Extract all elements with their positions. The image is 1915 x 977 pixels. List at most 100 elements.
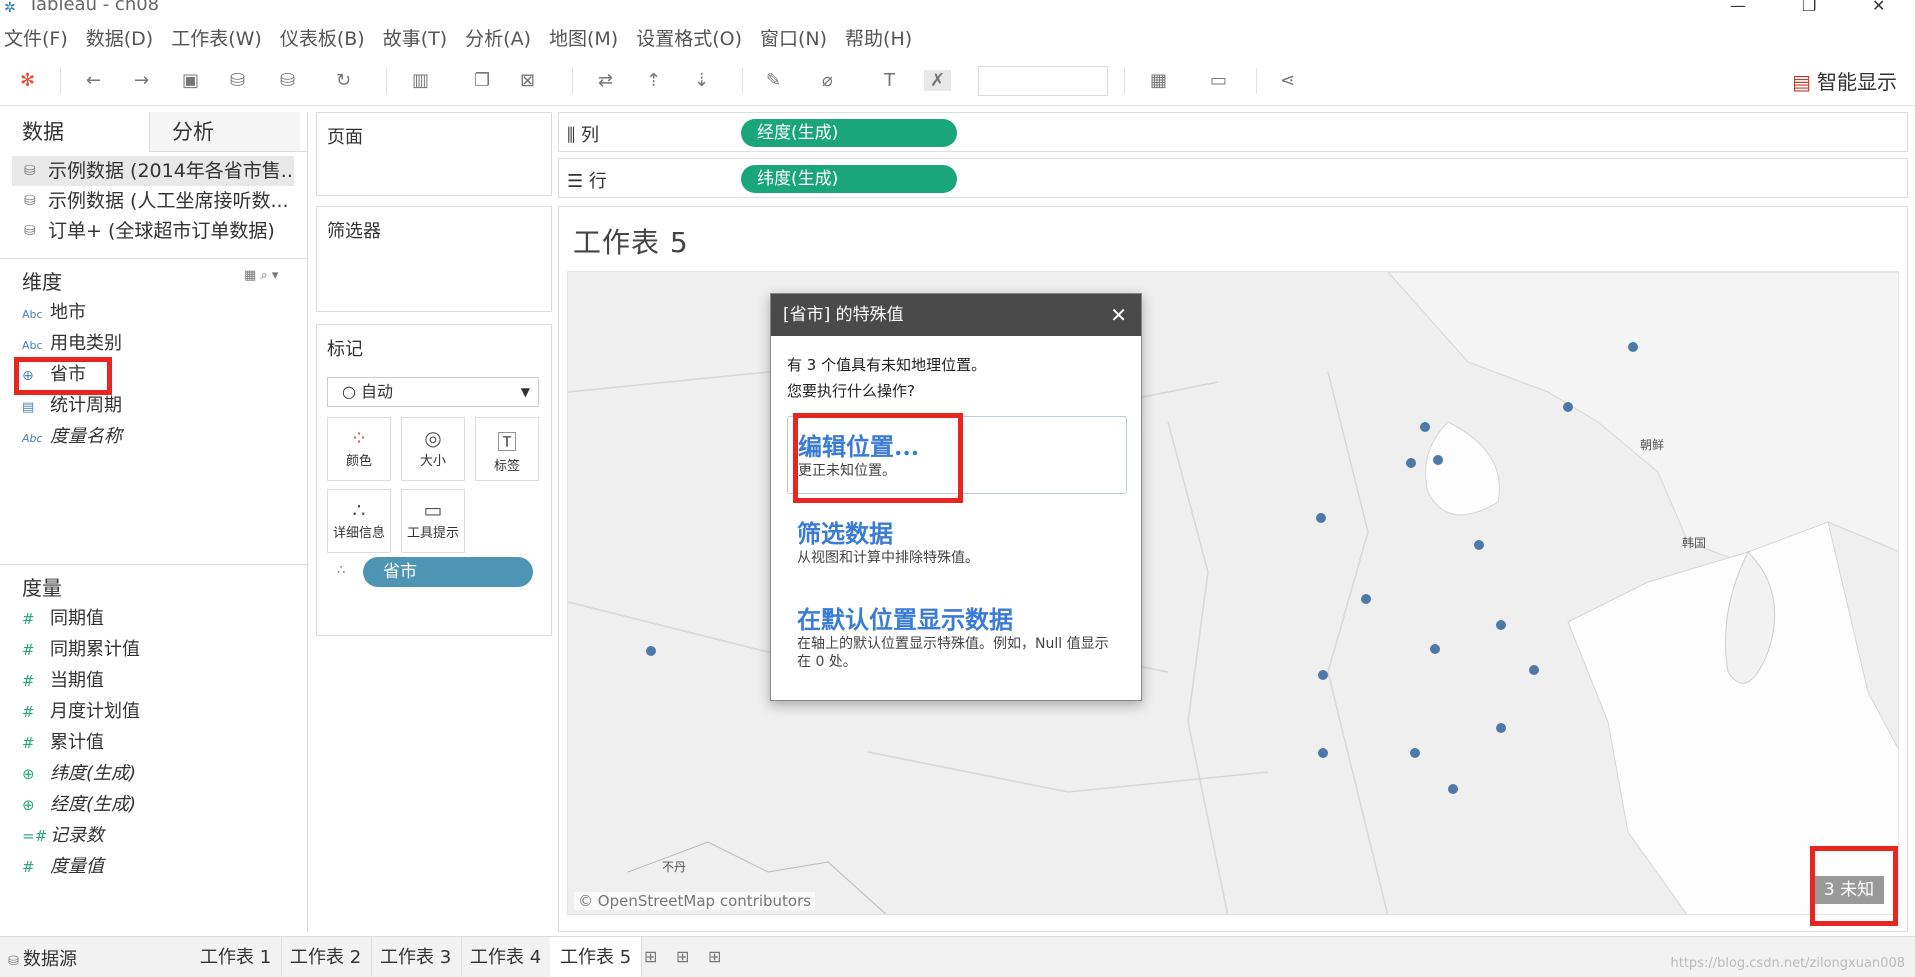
search-icon[interactable]: ▦ ⌕ ▾: [244, 268, 278, 283]
show-default-location-option[interactable]: 在默认位置显示数据 在轴上的默认位置显示特殊值。例如，Null 值显示在 0 处…: [787, 590, 1127, 681]
new-worksheet-icon[interactable]: ▥: [412, 70, 429, 91]
label-icon: 🅃: [497, 430, 517, 454]
dimension-field[interactable]: Abc 地市: [22, 298, 86, 328]
measure-field[interactable]: # 度量值: [22, 852, 104, 882]
menu-help[interactable]: 帮助(H): [845, 24, 912, 51]
menu-format[interactable]: 设置格式(O): [636, 24, 742, 51]
watermark: https://blog.csdn.net/zilongxuan008: [1670, 956, 1905, 971]
menu-dashboard[interactable]: 仪表板(B): [280, 24, 365, 51]
mark-type-dropdown[interactable]: ○ 自动 ▼: [327, 377, 539, 407]
label-button[interactable]: 🅃 标签: [475, 417, 539, 481]
new-dashboard-icon[interactable]: ⊞: [676, 947, 689, 966]
sheet-tab[interactable]: 工作表 3: [370, 937, 463, 977]
marks-card: 标记 ○ 自动 ▼ ⁘ 颜色 ◎ 大小 🅃 标签 ∴ 详细信息 ▭ 工具提示 ∴ 省市: [316, 324, 552, 636]
menu-analysis[interactable]: 分析(A): [465, 24, 531, 51]
swap-icon[interactable]: ⇄: [598, 70, 613, 91]
show-labels-icon[interactable]: T: [884, 70, 895, 91]
minimize-button[interactable]: —: [1730, 0, 1746, 15]
datasource-icon: ⛁: [24, 163, 36, 179]
clear-sheet-icon[interactable]: ⊠: [520, 70, 535, 91]
measure-field[interactable]: ⊕ 经度(生成): [22, 790, 136, 820]
measure-field[interactable]: # 月度计划值: [22, 697, 140, 727]
window-title: Tableau - ch08: [28, 0, 160, 15]
rows-shelf: ☰ 行 纬度(生成): [558, 158, 1908, 198]
refresh-icon[interactable]: ↻: [336, 70, 351, 91]
highlight-icon[interactable]: ✎: [766, 70, 781, 91]
tab-data[interactable]: 数据: [0, 112, 150, 152]
show-cards-icon[interactable]: ▦: [1150, 70, 1167, 91]
cards-pane: 页面 筛选器 标记 ○ 自动 ▼ ⁘ 颜色 ◎ 大小 🅃 标签 ∴ 详细信息 ▭ 工具提示 …: [316, 112, 552, 932]
sheet-tab[interactable]: 工作表 4: [460, 937, 553, 977]
menu-data[interactable]: 数据(D): [86, 24, 153, 51]
menu-window[interactable]: 窗口(N): [760, 24, 827, 51]
sheet-tab[interactable]: 工作表 1: [190, 937, 283, 977]
menu-map[interactable]: 地图(M): [549, 24, 618, 51]
new-datasource-icon[interactable]: ⛁: [230, 70, 245, 91]
datasource-item[interactable]: ⛁ 示例数据 (人工坐席接听数...: [12, 186, 294, 216]
detail-icon: ∴: [337, 563, 346, 578]
sheet-tab-active[interactable]: 工作表 5: [550, 937, 643, 977]
osm-attribution[interactable]: © OpenStreetMap contributors: [574, 892, 816, 910]
dimension-field[interactable]: Abc 用电类别: [22, 329, 122, 359]
fix-axes-icon[interactable]: ✗: [924, 70, 952, 91]
pause-updates-icon[interactable]: ⛁: [280, 70, 295, 91]
rows-icon: ☰: [567, 171, 589, 192]
new-worksheet-icon[interactable]: ⊞: [644, 947, 657, 966]
color-button[interactable]: ⁘ 颜色: [327, 417, 391, 481]
tableau-start-icon[interactable]: ✻: [20, 70, 35, 91]
latitude-pill[interactable]: 纬度(生成): [741, 165, 957, 193]
menu-file[interactable]: 文件(F): [4, 24, 68, 51]
menu-bar: 文件(F) 数据(D) 工作表(W) 仪表板(B) 故事(T) 分析(A) 地图…: [0, 20, 1915, 54]
sort-desc-icon[interactable]: ⇣: [694, 70, 709, 91]
map-view[interactable]: 朝鲜 韩国 不丹 © OpenStreetMap contributors 3 …: [567, 271, 1899, 915]
share-icon[interactable]: ⋖: [1280, 70, 1295, 91]
measure-field[interactable]: ⊕ 纬度(生成): [22, 759, 136, 789]
columns-icon: ⫼: [567, 125, 582, 146]
toolbar: ✻ ← → ▣ ⛁ ⛁ ↻ ▥ ❐ ⊠ ⇄ ⇡ ⇣ ✎ ⌀ T ✗ ▦ ▭ ⋖ …: [0, 56, 1915, 106]
mark-pill-province[interactable]: 省市: [363, 557, 533, 587]
measure-field[interactable]: # 累计值: [22, 728, 104, 758]
sort-asc-icon[interactable]: ⇡: [646, 70, 661, 91]
tableau-logo-icon: ✲: [4, 0, 16, 16]
datasource-icon: ⛁: [24, 193, 36, 209]
filter-data-option[interactable]: 筛选数据 从视图和计算中排除特殊值。: [787, 504, 1127, 577]
sheet-tab-bar: ⛁ 数据源 工作表 1 工作表 2 工作表 3 工作表 4 工作表 5 ⊞ ⊞ …: [0, 936, 1915, 977]
dialog-header: [省市] 的特殊值 ✕: [771, 294, 1141, 336]
dimension-field[interactable]: Abc 度量名称: [22, 422, 122, 452]
undo-icon[interactable]: ←: [86, 70, 101, 91]
datasource-item[interactable]: ⛁ 订单+ (全球超市订单数据): [12, 216, 294, 246]
menu-worksheet[interactable]: 工作表(W): [171, 24, 262, 51]
pages-card[interactable]: 页面: [316, 112, 552, 196]
duplicate-sheet-icon[interactable]: ❐: [474, 70, 490, 91]
size-icon: ◎: [424, 426, 442, 450]
measure-field[interactable]: # 同期值: [22, 604, 104, 634]
worksheet-canvas: 工作表 5 朝鲜 韩国 不丹 © OpenStreetMap contribut…: [558, 206, 1908, 932]
group-icon[interactable]: ⌀: [822, 70, 833, 91]
highlight-box: [1810, 846, 1898, 926]
presentation-icon[interactable]: ▭: [1210, 70, 1227, 91]
save-icon[interactable]: ▣: [182, 70, 199, 91]
smart-display-icon: ▤: [1792, 70, 1811, 94]
close-window-button[interactable]: ✕: [1872, 0, 1885, 15]
fit-dropdown[interactable]: [978, 66, 1108, 96]
measure-field[interactable]: =# 记录数: [22, 821, 104, 851]
size-button[interactable]: ◎ 大小: [401, 417, 465, 481]
sheet-tab[interactable]: 工作表 2: [280, 937, 373, 977]
datasource-tab[interactable]: ⛁ 数据源: [8, 945, 77, 971]
redo-icon[interactable]: →: [134, 70, 149, 91]
maximize-button[interactable]: ❐: [1802, 0, 1816, 15]
tab-analysis[interactable]: 分析: [150, 112, 300, 152]
dimension-field[interactable]: ▤ 统计周期: [22, 391, 122, 421]
tooltip-button[interactable]: ▭ 工具提示: [401, 489, 465, 553]
close-icon[interactable]: ✕: [1110, 294, 1127, 336]
smart-display-button[interactable]: ▤ 智能显示: [1792, 66, 1897, 95]
measure-field[interactable]: # 同期累计值: [22, 635, 140, 665]
filters-card[interactable]: 筛选器: [316, 206, 552, 312]
new-story-icon[interactable]: ⊞: [708, 947, 721, 966]
datasource-item[interactable]: ⛁ 示例数据 (2014年各省市售...: [12, 156, 294, 186]
menu-story[interactable]: 故事(T): [383, 24, 447, 51]
longitude-pill[interactable]: 经度(生成): [741, 119, 957, 147]
measure-field[interactable]: # 当期值: [22, 666, 104, 696]
measures-header: 度量: [22, 576, 62, 600]
detail-button[interactable]: ∴ 详细信息: [327, 489, 391, 553]
